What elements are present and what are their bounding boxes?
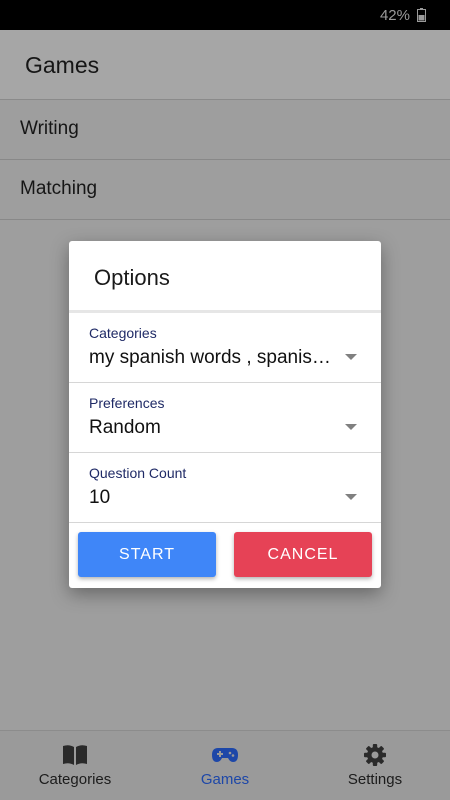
nav-item-categories[interactable]: Categories: [0, 731, 150, 800]
nav-label: Settings: [347, 771, 403, 788]
nav-label: Games: [200, 771, 250, 788]
chevron-down-icon: [345, 494, 357, 500]
chevron-down-icon: [345, 424, 357, 430]
dialog-title: Options: [69, 241, 381, 313]
field-value: Random: [89, 417, 161, 438]
book-icon: [63, 745, 87, 765]
list-item-label: Writing: [20, 118, 79, 139]
status-bar: 42%: [0, 0, 450, 30]
field-value: my spanish words , spanish words: [89, 347, 337, 368]
battery-icon: [417, 8, 426, 22]
nav-item-settings[interactable]: Settings: [300, 731, 450, 800]
field-value: 10: [89, 487, 111, 508]
games-list: Writing Matching: [0, 100, 450, 220]
preferences-select[interactable]: Preferences Random: [69, 383, 381, 453]
app-header: Games: [0, 30, 450, 100]
dialog-actions: START CANCEL: [69, 531, 381, 588]
list-item-matching[interactable]: Matching: [0, 160, 450, 220]
battery-percent: 42%: [379, 7, 410, 24]
bottom-nav: Categories Games Settings: [0, 730, 450, 800]
page-title: Games: [25, 52, 100, 78]
list-item-label: Matching: [20, 178, 98, 199]
dialog-title-text: Options: [94, 265, 170, 290]
chevron-down-icon: [345, 354, 357, 360]
categories-select[interactable]: Categories my spanish words , spanish wo…: [69, 313, 381, 383]
cancel-button[interactable]: CANCEL: [234, 532, 372, 577]
question-count-select[interactable]: Question Count 10: [69, 453, 381, 523]
options-dialog: Options Categories my spanish words , sp…: [69, 241, 381, 588]
field-label: Question Count: [89, 465, 187, 481]
list-item-writing[interactable]: Writing: [0, 100, 450, 160]
field-label: Preferences: [89, 395, 165, 411]
nav-label: Categories: [38, 771, 112, 788]
field-label: Categories: [89, 325, 157, 341]
gear-icon: [364, 744, 386, 766]
start-button[interactable]: START: [78, 532, 216, 577]
gamepad-icon: [212, 748, 238, 762]
nav-item-games[interactable]: Games: [150, 731, 300, 800]
